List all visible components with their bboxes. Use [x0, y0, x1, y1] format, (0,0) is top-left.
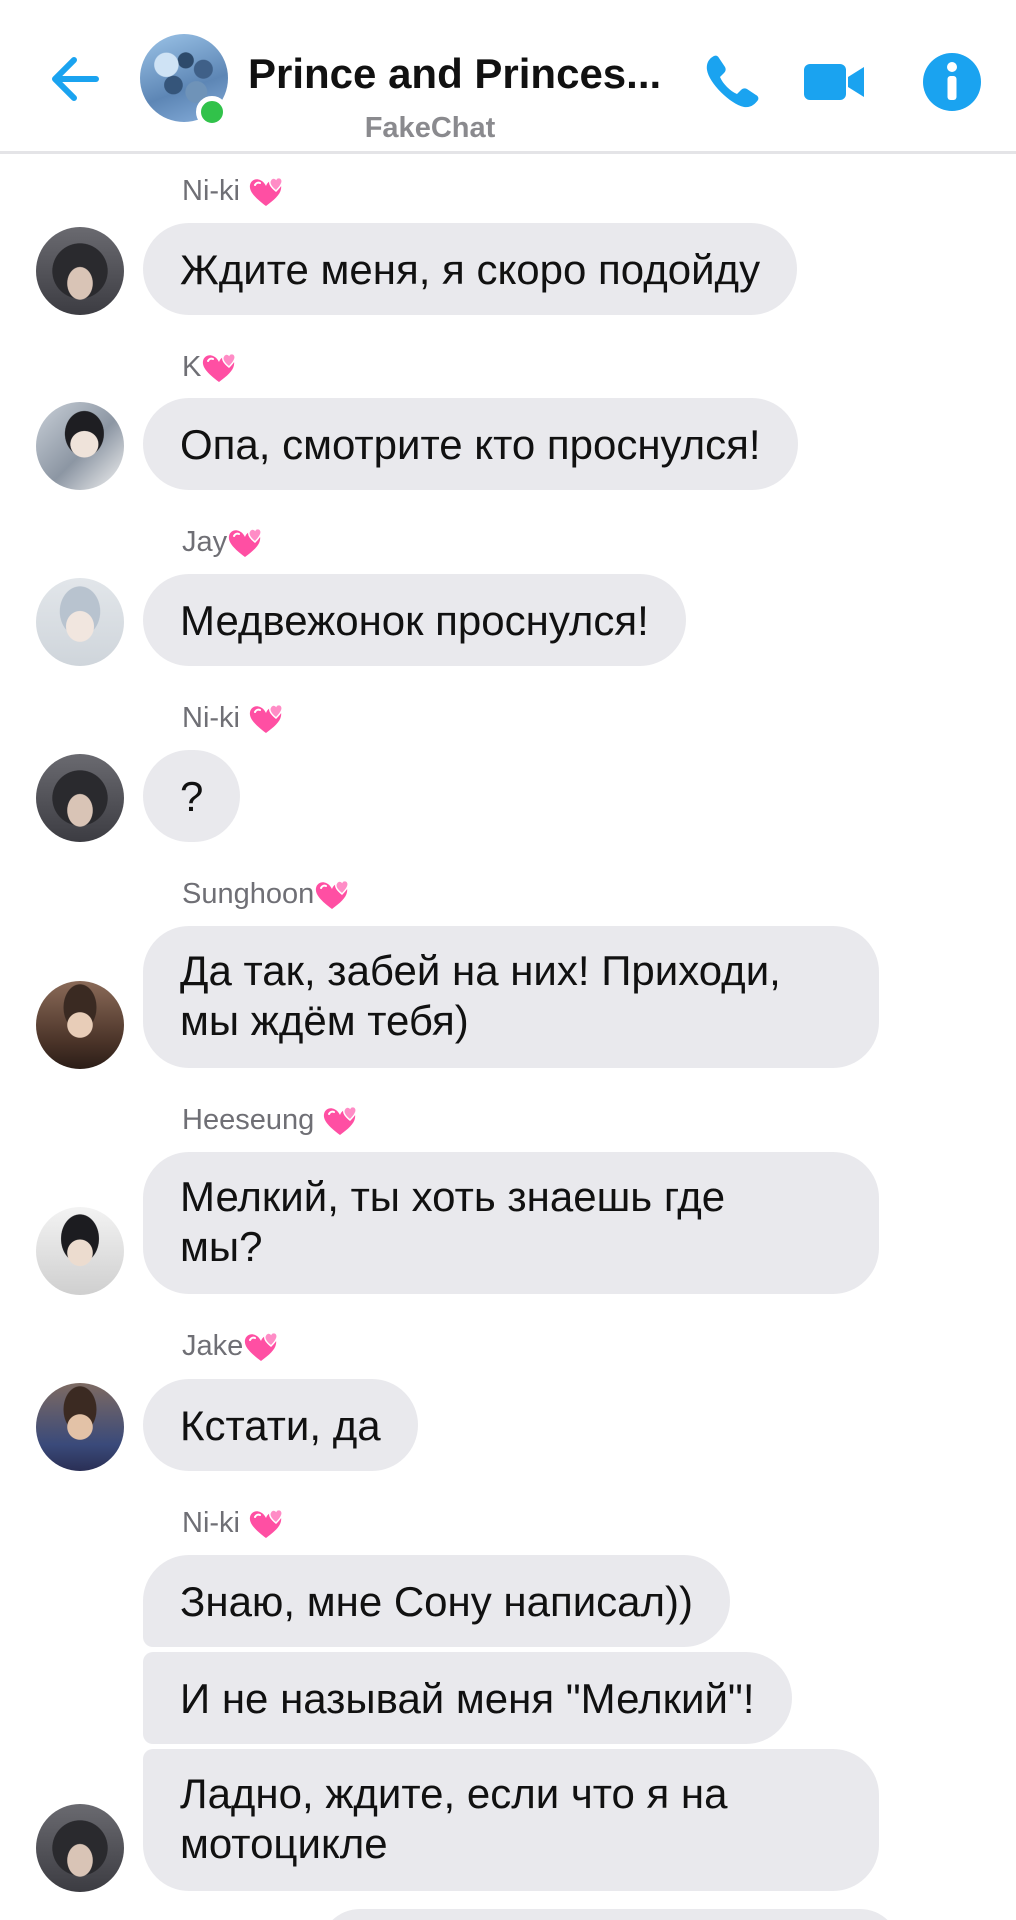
sender-name: Ni-ki [182, 1503, 286, 1543]
chat-title[interactable]: Prince and Princes... [248, 50, 668, 98]
avatar-niki[interactable] [36, 227, 124, 315]
sender-name: Jake [182, 1326, 281, 1366]
avatar-jake[interactable] [36, 1383, 124, 1471]
avatar-heeseung[interactable] [36, 1207, 124, 1295]
chat-subtitle: FakeChat [364, 112, 496, 144]
sender-name-text: Jake [182, 1329, 244, 1362]
message-bubble[interactable]: Да так, забей на них! Приходи, мы ждём т… [143, 926, 879, 1068]
chat-screen: Prince and Princes... FakeChat Ni-ki Жди… [0, 0, 1016, 1920]
sender-name: Heeseung [182, 1100, 360, 1140]
two-hearts-icon [246, 1505, 286, 1541]
message-line: Ладно, ждите, если что я на [180, 1770, 728, 1817]
message-line: Да так, забей на них! Приходи, [180, 947, 781, 994]
two-hearts-icon [312, 876, 352, 912]
video-camera-icon[interactable] [802, 50, 866, 114]
message-bubble[interactable]: Медвежонок проснулся! [143, 574, 686, 666]
sender-name-text: Ni-ki [182, 174, 240, 207]
sender-name-text: Jay [182, 525, 228, 558]
message-line: Мелкий, ты хоть знаешь где [180, 1173, 726, 1220]
avatar-k[interactable] [36, 402, 124, 490]
message-bubble[interactable]: Кстати, да [143, 1379, 418, 1471]
message-list[interactable]: Ni-ki Ждите меня, я скоро подойду K Опа,… [0, 157, 1016, 1920]
two-hearts-icon [241, 1328, 281, 1364]
avatar-jay[interactable] [36, 578, 124, 666]
next-message-bubble-partial[interactable] [320, 1909, 900, 1920]
arrow-left-icon[interactable] [44, 48, 106, 110]
message-bubble[interactable]: И не называй меня "Мелкий"! [143, 1652, 792, 1744]
chat-header: Prince and Princes... FakeChat [0, 0, 1016, 154]
message-bubble[interactable]: Знаю, мне Сону написал)) [143, 1555, 731, 1647]
avatar-niki[interactable] [36, 1804, 124, 1892]
info-icon[interactable] [920, 50, 984, 114]
two-hearts-icon [225, 524, 265, 560]
two-hearts-icon [246, 700, 286, 736]
two-hearts-icon [246, 173, 286, 209]
sender-name-text: Ni-ki [182, 1506, 240, 1539]
message-bubble[interactable]: Опа, смотрите кто проснулся! [143, 398, 798, 490]
message-bubble[interactable]: ? [143, 750, 241, 842]
sender-name-text: Heeseung [182, 1103, 315, 1136]
sender-name-text: Ni-ki [182, 701, 240, 734]
avatar-sunghoon[interactable] [36, 981, 124, 1069]
message-line: мы ждём тебя) [180, 997, 469, 1044]
two-hearts-icon [199, 349, 239, 385]
sender-name: Jay [182, 522, 265, 562]
message-bubble[interactable]: Ждите меня, я скоро подойду [143, 223, 798, 315]
online-status-dot [196, 96, 228, 128]
message-bubble[interactable]: Ладно, ждите, если что я на мотоцикле [143, 1749, 879, 1891]
avatar-niki[interactable] [36, 754, 124, 842]
sender-name: Ni-ki [182, 698, 286, 738]
phone-icon[interactable] [700, 50, 764, 114]
message-bubble[interactable]: Мелкий, ты хоть знаешь где мы? [143, 1152, 879, 1294]
message-line: мотоцикле [180, 1820, 388, 1867]
sender-name: Ni-ki [182, 171, 286, 211]
two-hearts-icon [320, 1102, 360, 1138]
sender-name-text: Sunghoon [182, 877, 315, 910]
sender-name: K [182, 347, 239, 387]
message-line: мы? [180, 1223, 263, 1270]
sender-name: Sunghoon [182, 874, 352, 914]
